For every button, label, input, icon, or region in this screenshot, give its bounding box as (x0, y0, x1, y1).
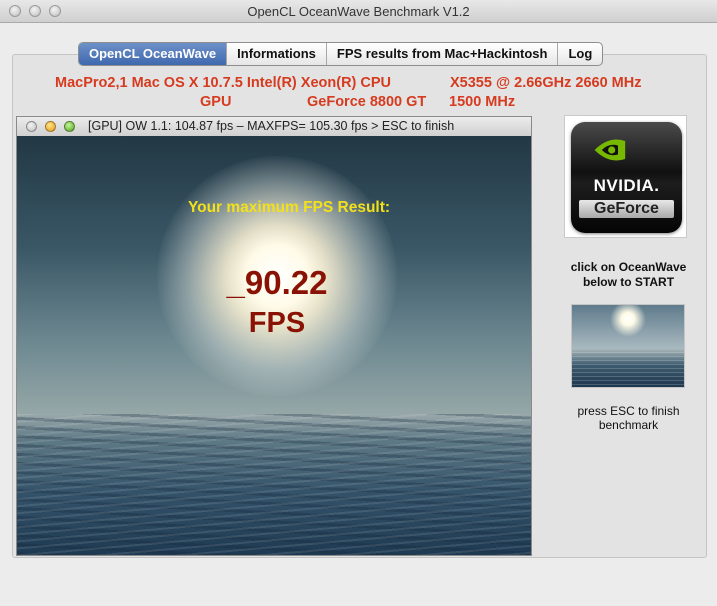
start-hint-line1: click on OceanWave (570, 260, 687, 274)
finish-hint-line1: press ESC to finish (577, 404, 680, 418)
gpu-window-zoom-button[interactable] (64, 121, 75, 132)
gpu-window-close-button[interactable] (26, 121, 37, 132)
cpu-model-info: X5355 @ 2.66GHz 2660 MHz (450, 75, 642, 91)
nvidia-eye-icon (594, 139, 626, 161)
logo-badge: NVIDIA. GeForce (571, 122, 682, 233)
gpu-window-title: [GPU] OW 1.1: 104.87 fps – MAXFPS= 105.3… (88, 119, 455, 133)
gpu-window-minimize-button[interactable] (45, 121, 56, 132)
title-bar: OpenCL OceanWave Benchmark V1.2 (0, 0, 717, 23)
gpu-model-info: GeForce 8800 GT (307, 94, 427, 110)
tab-bar: OpenCL OceanWave Informations FPS result… (78, 42, 604, 66)
max-fps-value: _90.22 (226, 264, 328, 301)
thumbnail-ocean (572, 349, 684, 387)
finish-hint-line2: benchmark (598, 418, 659, 432)
ocean-render (17, 414, 531, 555)
fps-unit: FPS (248, 307, 306, 339)
tab-fps-results[interactable]: FPS results from Mac+Hackintosh (325, 43, 558, 65)
tab-opencl-oceanwave[interactable]: OpenCL OceanWave (79, 43, 227, 65)
oceanwave-start-thumbnail[interactable] (571, 304, 685, 388)
gpu-render-window[interactable]: [GPU] OW 1.1: 104.87 fps – MAXFPS= 105.3… (16, 116, 532, 556)
logo-product-text: GeForce (579, 200, 674, 218)
max-fps-label: Your maximum FPS Result: (187, 199, 391, 216)
tab-log[interactable]: Log (557, 43, 602, 65)
gpu-window-title-bar: [GPU] OW 1.1: 104.87 fps – MAXFPS= 105.3… (17, 117, 531, 137)
gpu-clock-info: 1500 MHz (449, 94, 516, 110)
gpu-label: GPU (200, 94, 232, 110)
tab-informations[interactable]: Informations (226, 43, 326, 65)
start-hint-line2: below to START (582, 275, 675, 289)
logo-brand-text: NVIDIA. (593, 176, 660, 195)
machine-info: MacPro2,1 Mac OS X 10.7.5 Intel(R) Xeon(… (55, 75, 392, 91)
ocean-scene: Your maximum FPS Result: _90.22 FPS (17, 136, 531, 555)
window-title: OpenCL OceanWave Benchmark V1.2 (247, 4, 470, 19)
nvidia-geforce-logo: NVIDIA. GeForce (564, 115, 687, 238)
